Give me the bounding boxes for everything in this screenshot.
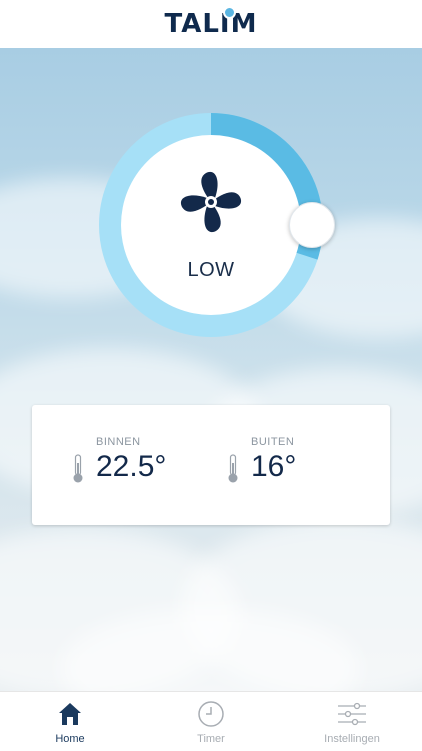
tab-instellingen-label: Instellingen xyxy=(324,733,380,745)
fan-icon xyxy=(180,171,242,232)
thermometer-icon xyxy=(73,454,83,483)
logo-text: TALIM xyxy=(164,9,258,39)
tab-home[interactable]: Home xyxy=(0,692,140,751)
thermometer-icon xyxy=(228,454,238,483)
dial-knob[interactable] xyxy=(289,202,335,248)
fan-mode-label: LOW xyxy=(187,258,235,281)
sliders-icon xyxy=(338,702,366,726)
tab-bar: Home Timer Instellingen xyxy=(0,691,422,751)
dial-center: LOW xyxy=(121,135,301,315)
app-logo: TALIM xyxy=(164,6,258,39)
temp-inside-label: BINNEN xyxy=(96,436,141,448)
clock-icon xyxy=(198,701,224,727)
tab-home-label: Home xyxy=(55,733,85,745)
temp-outside-value: 16° xyxy=(251,450,297,483)
temp-inside-value: 22.5° xyxy=(96,450,167,483)
tab-instellingen[interactable]: Instellingen xyxy=(282,692,422,751)
fan-speed-dial[interactable]: LOW xyxy=(99,113,335,337)
temperature-card: BINNEN 22.5° BUITEN 16° xyxy=(32,405,390,525)
tab-timer-label: Timer xyxy=(197,733,225,745)
home-icon xyxy=(59,703,81,725)
logo-dot-icon xyxy=(222,6,236,19)
app-header: TALIM xyxy=(0,0,422,48)
temp-outside-label: BUITEN xyxy=(251,436,295,448)
tab-timer[interactable]: Timer xyxy=(141,692,281,751)
